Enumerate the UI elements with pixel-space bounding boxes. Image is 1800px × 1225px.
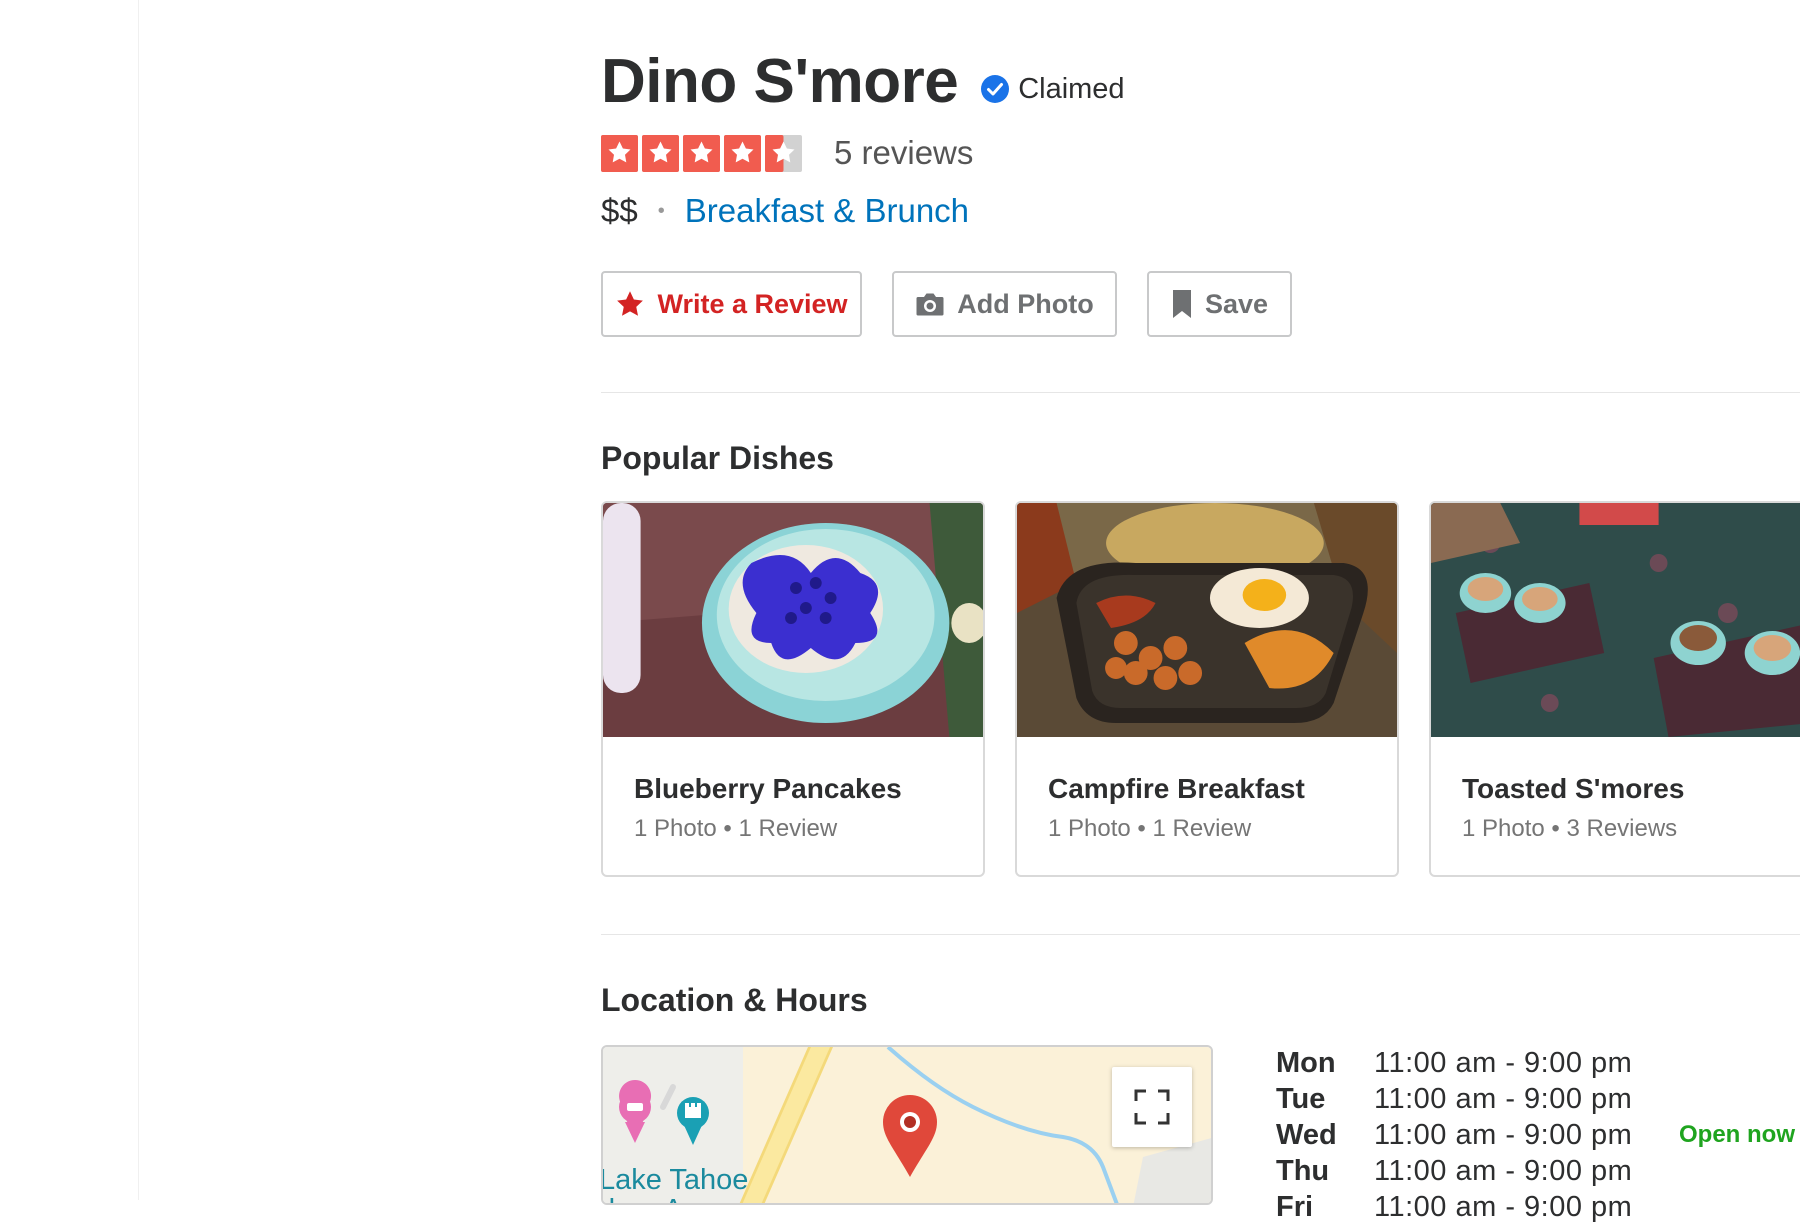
dish-name: Campfire Breakfast [1048,773,1305,804]
rating-star [601,134,638,172]
left-divider [138,0,139,1200]
hours-day: Thu [1276,1154,1330,1187]
bookmark-icon [1172,290,1191,318]
write-review-label: Write a Review [657,288,848,319]
dish-photo-smores [1431,503,1800,737]
rating-row: 5 reviews [601,134,973,172]
popular-dishes-heading: Popular Dishes [601,440,834,476]
hours-row: Tue 11:00 am - 9:00 pm [1276,1081,1795,1117]
camera-icon [916,293,944,316]
add-photo-button[interactable]: Add Photo [892,271,1117,337]
business-name: Dino S'more [601,47,959,116]
location-hours-heading: Location & Hours [601,982,868,1018]
business-main: Dino S'more Claimed 5 reviews $$ • Break… [601,0,1800,1223]
dish-card[interactable]: Campfire Breakfast 1 Photo • 1 Review [1015,501,1399,877]
hours-day: Fri [1276,1190,1314,1223]
rating-star [642,134,679,172]
title-row: Dino S'more Claimed [601,46,1125,118]
dish-card[interactable]: Toasted S'mores 1 Photo • 3 Reviews [1429,501,1800,877]
verified-check-icon [980,74,1010,104]
dish-meta: 1 Photo • 1 Review [634,815,838,842]
dish-meta: 1 Photo • 3 Reviews [1462,815,1678,842]
section-divider [601,934,1800,935]
review-count-link[interactable]: 5 reviews [834,134,973,172]
hours-time: 11:00 am - 9:00 pm [1374,1082,1633,1115]
price-range: $$ [601,192,638,229]
action-buttons: Write a Review Add Photo Save [601,271,1292,337]
write-review-button[interactable]: Write a Review [601,271,862,337]
price-category-row: $$ • Breakfast & Brunch [601,192,969,230]
hours-time: 11:00 am - 9:00 pm [1374,1154,1633,1187]
location-map[interactable]: Lake Tahoe door Arena [601,1045,1213,1205]
claimed-badge[interactable]: Claimed [980,72,1125,106]
hours-row: Wed 11:00 am - 9:00 pm Open now [1276,1117,1795,1153]
hours-row: Thu 11:00 am - 9:00 pm [1276,1153,1795,1189]
category-link[interactable]: Breakfast & Brunch [685,192,969,230]
star-icon [617,291,644,316]
hours-time: 11:00 am - 9:00 pm [1374,1046,1633,1079]
map-poi-label: Lake Tahoe door Arena [601,1164,749,1203]
dish-photo-campfire [1017,503,1397,737]
save-label: Save [1204,288,1269,319]
expand-map-button[interactable] [1112,1067,1192,1147]
hours-day: Mon [1276,1046,1336,1079]
hours-time: 11:00 am - 9:00 pm [1374,1190,1633,1223]
dish-card[interactable]: Blueberry Pancakes 1 Photo • 1 Review [601,501,985,877]
dish-meta: 1 Photo • 1 Review [1048,815,1252,842]
hours-day: Tue [1276,1082,1326,1115]
dish-name: Toasted S'mores [1462,773,1685,804]
fullscreen-icon [1134,1089,1170,1125]
rating-star [683,134,720,172]
separator-dot: • [657,199,665,222]
dish-name: Blueberry Pancakes [634,773,902,804]
hours-time: 11:00 am - 9:00 pm [1374,1118,1633,1151]
open-now-status: Open now [1679,1121,1795,1148]
section-divider [601,392,1800,393]
hours-row: Fri 11:00 am - 9:00 pm [1276,1189,1795,1225]
claimed-label: Claimed [1018,72,1125,105]
star-rating [601,134,802,172]
rating-star [765,134,802,172]
hours-table: Mon 11:00 am - 9:00 pm Tue 11:00 am - 9:00 … [1276,1045,1795,1225]
hours-day: Wed [1276,1118,1337,1151]
hours-row: Mon 11:00 am - 9:00 pm [1276,1045,1795,1081]
rating-star [724,134,761,172]
save-button[interactable]: Save [1147,271,1292,337]
dish-photo-pancakes [603,503,983,737]
add-photo-label: Add Photo [957,288,1094,319]
popular-dishes-carousel: Blueberry Pancakes 1 Photo • 1 Review Ca… [601,501,1800,878]
